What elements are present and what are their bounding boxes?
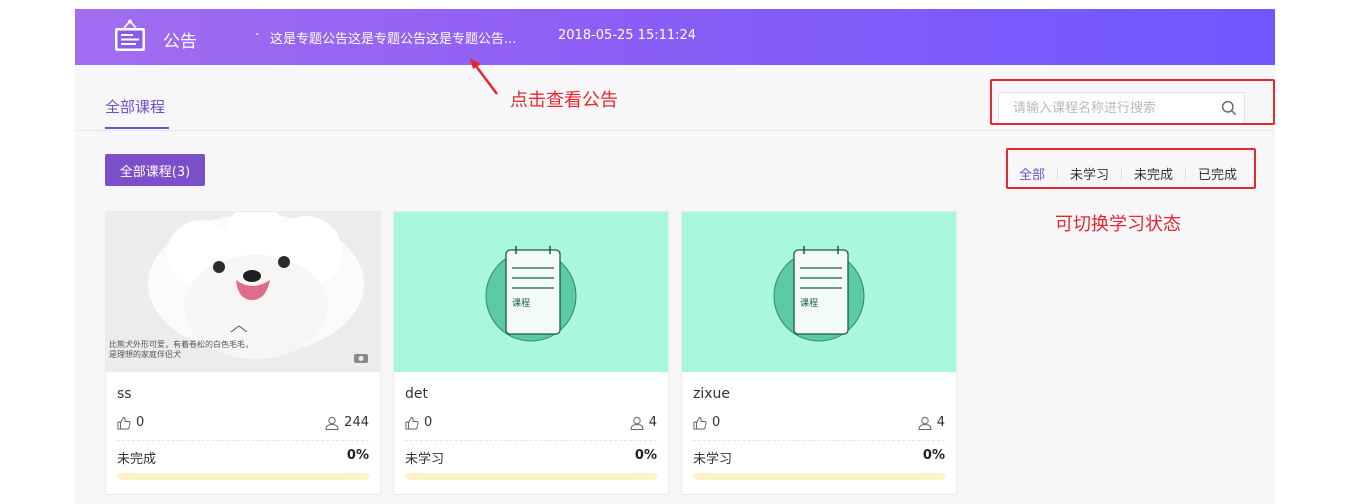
course-card[interactable]: 课程 det 0 4 未学习 0% — [393, 211, 669, 495]
course-viewers: 244 — [325, 415, 369, 430]
announcement-bullet: · — [255, 27, 260, 43]
learning-status: 未完成 — [117, 452, 157, 467]
annotation-switch-status: 可切换学习状态 — [1055, 214, 1181, 235]
annotation-filter-highlight — [1006, 148, 1256, 189]
progress-bar — [693, 473, 945, 480]
red-arrow-icon — [470, 58, 498, 95]
likes-count: 0 — [712, 415, 721, 430]
course-card[interactable]: 课程 zixue 0 4 未学习 0% — [681, 211, 957, 495]
progress-percent: 0% — [634, 448, 657, 463]
announcement-bar: 公告 · 这是专题公告这是专题公告这是专题公告... 2018-05-25 15… — [75, 9, 1275, 65]
announcement-link[interactable]: 这是专题公告这是专题公告这是专题公告... — [270, 28, 516, 47]
thumbs-up-icon — [405, 416, 419, 429]
tab-all-courses[interactable]: 全部课程 — [105, 96, 165, 117]
progress-bar — [117, 473, 369, 480]
tab-active-indicator — [105, 127, 169, 129]
course-notebook-icon: 课程 — [773, 246, 865, 342]
card-divider — [117, 440, 369, 441]
course-viewers: 4 — [630, 415, 657, 430]
thumbs-up-icon — [693, 416, 707, 429]
viewers-count: 4 — [936, 415, 945, 430]
announcement-time: 2018-05-25 15:11:24 — [558, 28, 697, 43]
course-cover-photo: 比熊犬外形可爱，有着卷松的白色毛毛， 是理想的家庭伴侣犬 — [106, 212, 380, 372]
course-notebook-icon: 课程 — [485, 246, 577, 342]
learning-status: 未学习 — [405, 452, 445, 467]
progress-bar — [405, 473, 657, 480]
course-likes[interactable]: 0 — [405, 415, 432, 430]
course-card[interactable]: 比熊犬外形可爱，有着卷松的白色毛毛， 是理想的家庭伴侣犬 ss 0 244 未完… — [105, 211, 381, 495]
card-divider — [405, 440, 657, 441]
annotation-search-highlight — [990, 79, 1275, 125]
course-likes[interactable]: 0 — [693, 415, 720, 430]
thumbs-up-icon — [117, 416, 131, 429]
course-name[interactable]: zixue — [693, 386, 730, 402]
announcement-title: 公告 — [163, 32, 197, 52]
user-icon — [630, 416, 644, 430]
viewers-count: 4 — [648, 415, 657, 430]
course-cover: 课程 — [682, 212, 956, 372]
notice-board-icon — [115, 19, 145, 51]
course-likes[interactable]: 0 — [117, 415, 144, 430]
annotation-click-notice: 点击查看公告 — [510, 90, 618, 111]
viewers-count: 244 — [344, 415, 369, 430]
all-courses-count-button[interactable]: 全部课程(3) — [105, 154, 205, 186]
user-icon — [918, 416, 932, 430]
likes-count: 0 — [136, 415, 145, 430]
cover-label: 课程 — [512, 298, 530, 309]
cover-caption: 比熊犬外形可爱，有着卷松的白色毛毛， 是理想的家庭伴侣犬 — [109, 340, 253, 359]
learning-status: 未学习 — [693, 452, 733, 467]
likes-count: 0 — [424, 415, 433, 430]
card-divider — [693, 440, 945, 441]
course-viewers: 4 — [918, 415, 945, 430]
course-cover: 课程 — [394, 212, 668, 372]
progress-percent: 0% — [346, 448, 369, 463]
user-icon — [325, 416, 339, 430]
course-name[interactable]: det — [405, 386, 428, 402]
course-name[interactable]: ss — [117, 386, 132, 402]
cover-label: 课程 — [800, 298, 818, 309]
progress-percent: 0% — [922, 448, 945, 463]
